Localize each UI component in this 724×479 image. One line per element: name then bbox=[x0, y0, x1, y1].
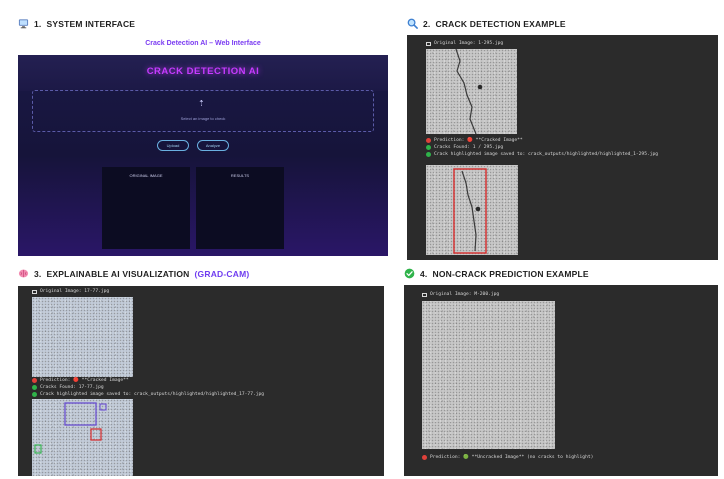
upload-arrow-icon: ⇡ bbox=[198, 99, 205, 108]
results-label: RESULTS bbox=[230, 173, 250, 178]
crack-highlight-overlay bbox=[453, 168, 487, 254]
upload-dropzone[interactable]: ⇡ Select an image to check bbox=[32, 90, 374, 132]
section-title-text: NON-CRACK PREDICTION EXAMPLE bbox=[432, 268, 589, 279]
highlighted-crack-image bbox=[426, 165, 518, 255]
console-line-saved: Crack highlighted image saved to: crack_… bbox=[32, 392, 264, 397]
section-title-explainable-ai: 3. EXPLAINABLE AI VISUALIZATION (GRAD-CA… bbox=[18, 268, 249, 279]
console-line-prediction: Prediction: 🔴 **Cracked Image** bbox=[426, 138, 523, 143]
original-crack-image bbox=[426, 49, 517, 134]
results-panel: RESULTS bbox=[196, 167, 284, 249]
section-title-text: EXPLAINABLE AI VISUALIZATION bbox=[46, 268, 190, 279]
web-interface-screenshot: CRACK DETECTION AI ⇡ Select an image to … bbox=[18, 55, 388, 256]
section-title-crack-detection: 2. CRACK DETECTION EXAMPLE bbox=[407, 18, 566, 29]
green-status-icon bbox=[426, 145, 431, 150]
explainable-ai-console: Original Image: 17-77.jpg Prediction: 🔴 … bbox=[18, 286, 384, 476]
console-line-cracks-found: Cracks Found: 1 / 295.jpg bbox=[426, 145, 503, 150]
section-title-system-interface: 1. SYSTEM INTERFACE bbox=[18, 18, 135, 29]
image-file-icon bbox=[32, 289, 37, 294]
console-line-original: Original Image: 17-77.jpg bbox=[32, 289, 109, 294]
section-number: 2. bbox=[423, 18, 431, 29]
image-file-icon bbox=[426, 41, 431, 46]
upload-button[interactable]: Upload bbox=[157, 140, 189, 151]
console-line-prediction: Prediction: 🔴 **Cracked Image** bbox=[32, 378, 129, 383]
brain-icon bbox=[18, 269, 29, 278]
web-app-title: CRACK DETECTION AI bbox=[146, 66, 260, 77]
analyze-button[interactable]: Analyze bbox=[197, 140, 229, 151]
green-status-icon bbox=[426, 152, 431, 157]
non-crack-console: Original Image: M-200.jpg Prediction: 🟢 … bbox=[404, 285, 718, 476]
console-line-saved: Crack highlighted image saved to: crack_… bbox=[426, 152, 658, 157]
upload-text: Select an image to check bbox=[180, 116, 226, 121]
computer-monitor-icon bbox=[18, 19, 29, 29]
green-check-icon bbox=[404, 268, 415, 279]
gradcam-highlighted-image bbox=[32, 399, 133, 476]
section-number: 4. bbox=[420, 268, 428, 279]
crack-line bbox=[455, 49, 483, 134]
console-line-original: Original Image: 1-295.jpg bbox=[426, 41, 503, 46]
original-image-label: ORIGINAL IMAGE bbox=[129, 173, 163, 178]
section-number: 3. bbox=[34, 268, 42, 279]
non-crack-image bbox=[422, 301, 555, 449]
green-status-icon bbox=[32, 385, 37, 390]
section-title-text: CRACK DETECTION EXAMPLE bbox=[435, 18, 566, 29]
section-title-text: SYSTEM INTERFACE bbox=[46, 18, 136, 29]
section-title-accent: (GRAD-CAM) bbox=[194, 268, 250, 279]
green-status-icon bbox=[32, 392, 37, 397]
red-status-icon bbox=[426, 138, 431, 143]
console-line-original: Original Image: M-200.jpg bbox=[422, 292, 499, 297]
red-status-icon bbox=[32, 378, 37, 383]
original-image-panel: ORIGINAL IMAGE bbox=[102, 167, 190, 249]
console-line-cracks-found: Cracks Found: 17-77.jpg bbox=[32, 385, 104, 390]
crack-detection-console: Original Image: 1-295.jpg Prediction: 🔴 … bbox=[407, 35, 718, 260]
red-status-icon bbox=[422, 455, 427, 460]
image-file-icon bbox=[422, 292, 427, 297]
web-interface-heading: Crack Detection AI – Web Interface bbox=[145, 40, 261, 47]
gradcam-box-overlay bbox=[34, 402, 107, 454]
magnifier-icon bbox=[407, 18, 418, 29]
section-title-non-crack: 4. NON-CRACK PREDICTION EXAMPLE bbox=[404, 268, 589, 279]
gradcam-original-image bbox=[32, 297, 133, 377]
console-line-prediction: Prediction: 🟢 **Uncracked Image** (no cr… bbox=[422, 455, 593, 460]
section-number: 1. bbox=[34, 18, 42, 29]
